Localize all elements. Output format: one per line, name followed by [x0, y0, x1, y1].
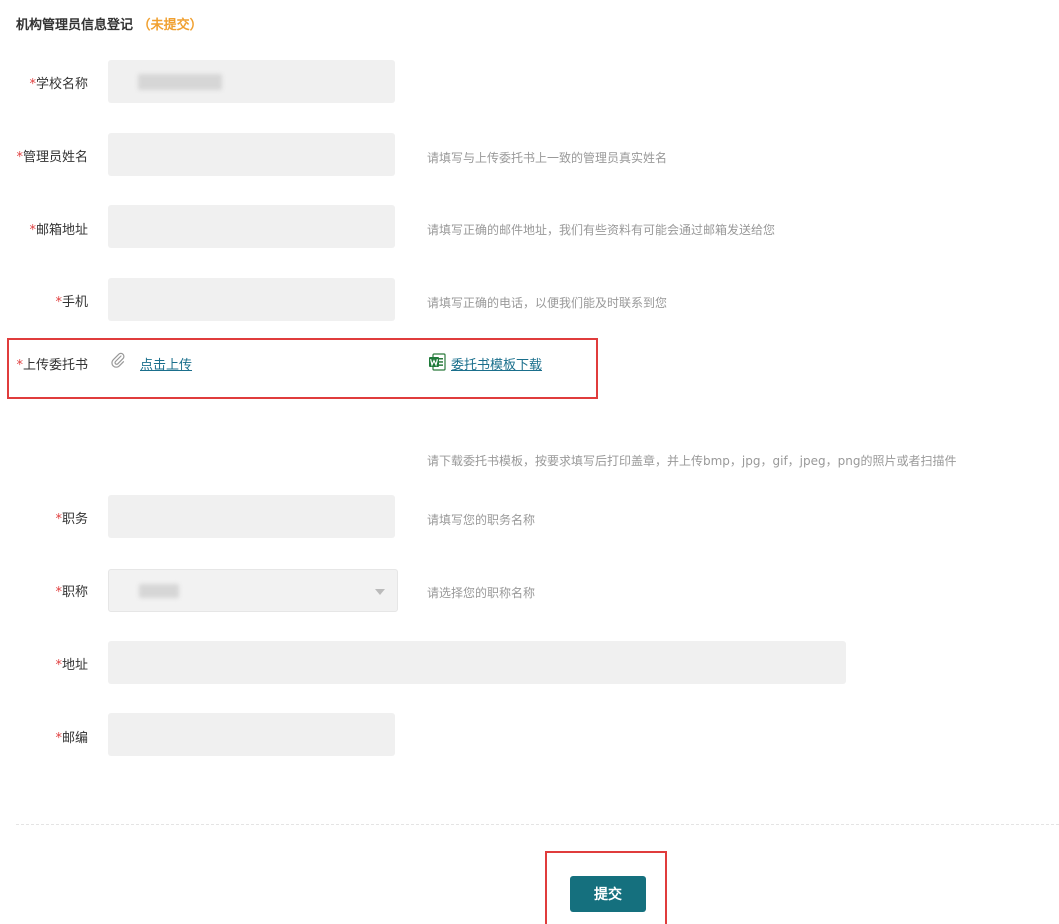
word-doc-icon [429, 353, 446, 371]
phone-hint: 请填写正确的电话，以便我们能及时联系到您 [427, 296, 668, 310]
admin-name-input[interactable] [108, 133, 395, 176]
email-hint: 请填写正确的邮件地址，我们有些资料有可能会通过邮箱发送给您 [427, 223, 776, 237]
title-select[interactable] [108, 569, 398, 612]
upload-label: *上传委托书 [16, 358, 88, 373]
phone-label: *手机 [55, 295, 88, 310]
divider [16, 824, 1059, 825]
postcode-input[interactable] [108, 713, 395, 756]
address-input[interactable] [108, 641, 846, 684]
submit-button[interactable]: 提交 [570, 876, 646, 912]
title-label: *职称 [55, 585, 88, 600]
admin-name-label: *管理员姓名 [16, 150, 88, 165]
template-download-link[interactable]: 委托书模板下载 [451, 354, 542, 373]
redacted-value [138, 73, 222, 90]
school-name-label: *学校名称 [29, 77, 88, 92]
paperclip-icon [111, 352, 125, 368]
upload-hint: 请下载委托书模板，按要求填写后打印盖章，并上传bmp，jpg，gif，jpeg，… [427, 454, 957, 468]
status-badge: （未提交） [137, 18, 203, 33]
admin-name-hint: 请填写与上传委托书上一致的管理员真实姓名 [427, 151, 668, 165]
school-name-field[interactable] [108, 60, 395, 103]
title-hint: 请选择您的职称名称 [427, 586, 536, 600]
position-hint: 请填写您的职务名称 [427, 513, 536, 527]
postcode-label: *邮编 [55, 731, 88, 746]
title-text: 机构管理员信息登记 [16, 18, 134, 33]
email-label: *邮箱地址 [29, 223, 88, 238]
chevron-down-icon [375, 588, 385, 595]
redacted-value [139, 583, 179, 598]
position-label: *职务 [55, 512, 88, 527]
address-label: *地址 [55, 658, 88, 673]
position-input[interactable] [108, 495, 395, 538]
phone-input[interactable] [108, 278, 395, 321]
page-title: 机构管理员信息登记 （未提交） [16, 14, 203, 33]
email-input[interactable] [108, 205, 395, 248]
click-upload-link[interactable]: 点击上传 [140, 354, 192, 373]
